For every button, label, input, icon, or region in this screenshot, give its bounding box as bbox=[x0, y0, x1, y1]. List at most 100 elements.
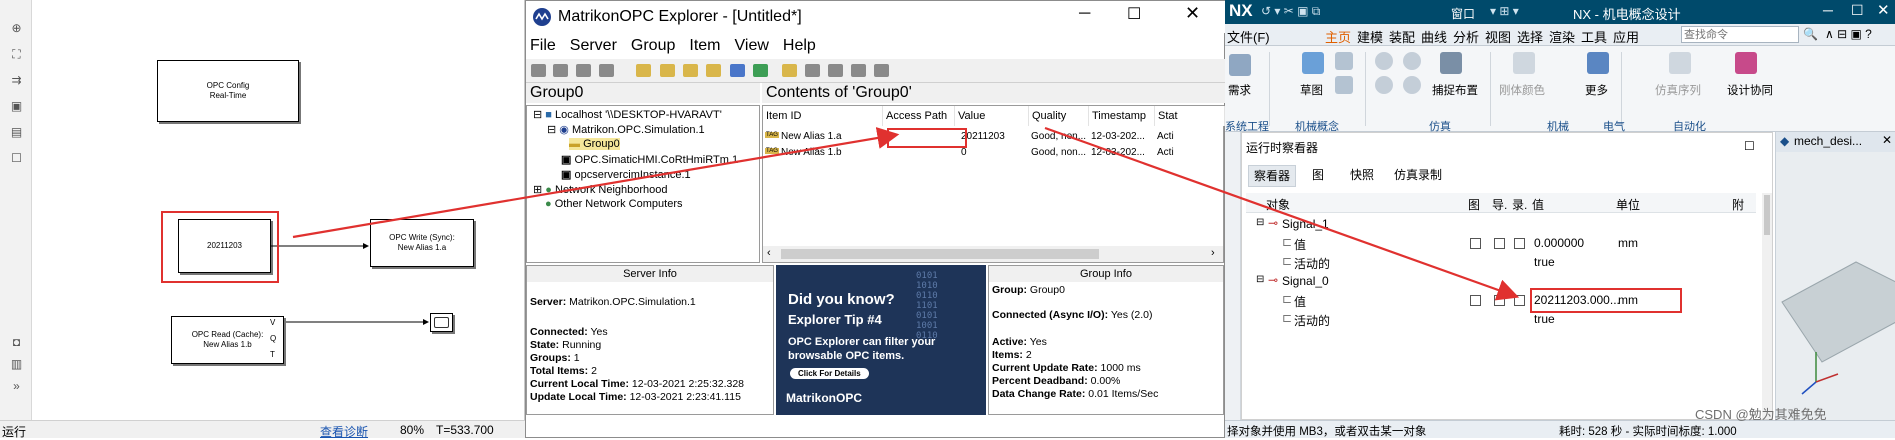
search-input[interactable] bbox=[1681, 26, 1799, 43]
resource-bar[interactable] bbox=[1225, 132, 1241, 420]
connect-icon[interactable] bbox=[531, 64, 546, 77]
col-value[interactable]: Value bbox=[955, 106, 1029, 126]
menu-item[interactable]: Item bbox=[689, 37, 720, 54]
collapse-icon[interactable]: ⊟ bbox=[1256, 274, 1264, 285]
read-icon[interactable] bbox=[851, 64, 866, 77]
horizontal-scrollbar[interactable]: ‹ › bbox=[763, 246, 1223, 262]
menu-group[interactable]: Group bbox=[631, 37, 675, 54]
rigid-body-icon[interactable] bbox=[1513, 52, 1535, 74]
search-icon[interactable]: 🔍 bbox=[1803, 27, 1818, 41]
maximize-button[interactable]: ☐ bbox=[1127, 4, 1141, 24]
col-quality[interactable]: Quality bbox=[1029, 106, 1089, 126]
remove-item-icon[interactable] bbox=[828, 64, 843, 77]
vertical-scrollbar[interactable] bbox=[1762, 193, 1772, 419]
record-checkbox[interactable] bbox=[1514, 238, 1525, 249]
minimize-button[interactable]: ─ bbox=[1823, 2, 1833, 18]
more-icon[interactable] bbox=[1587, 52, 1609, 74]
diagnostics-link[interactable]: 查看诊断 bbox=[320, 423, 368, 440]
tree-row[interactable]: ⊏ 值 0.000000 mm bbox=[1246, 234, 1756, 253]
graph-checkbox[interactable] bbox=[1470, 238, 1481, 249]
tab-graph[interactable]: 图 bbox=[1298, 165, 1338, 187]
col-export[interactable]: 导. bbox=[1492, 196, 1507, 213]
write-icon[interactable] bbox=[753, 64, 768, 77]
lock-icon[interactable] bbox=[706, 64, 721, 77]
menu-view[interactable]: View bbox=[735, 37, 769, 54]
col-access-path[interactable]: Access Path bbox=[883, 106, 955, 126]
menu-file[interactable]: 文件(F) bbox=[1227, 27, 1270, 46]
stop-icon[interactable] bbox=[1375, 76, 1393, 94]
ribbon-toggle-icon[interactable]: ∧ ⊟ ▣ ? bbox=[1825, 27, 1872, 41]
window-icons[interactable]: ▾ ⊞ ▾ bbox=[1490, 4, 1519, 18]
close-button[interactable]: ✕ bbox=[1185, 3, 1200, 24]
item-props-icon[interactable] bbox=[805, 64, 820, 77]
menu-assembly[interactable]: 装配 bbox=[1389, 27, 1415, 46]
col-graph[interactable]: 图 bbox=[1468, 196, 1480, 213]
delete-icon[interactable] bbox=[683, 64, 698, 77]
menu-home[interactable]: 主页 bbox=[1325, 27, 1352, 48]
col-value[interactable]: 值 bbox=[1532, 196, 1544, 213]
add-item-icon[interactable] bbox=[782, 64, 797, 77]
shape-icon[interactable] bbox=[1335, 76, 1353, 94]
window-menu[interactable]: 窗口 bbox=[1451, 5, 1475, 22]
disconnect-icon[interactable] bbox=[553, 64, 568, 77]
tree-node[interactable]: ⊞ ● Network Neighborhood bbox=[533, 183, 668, 196]
sequence-icon[interactable] bbox=[1669, 52, 1691, 74]
collapse-icon[interactable]: ⊟ bbox=[1256, 217, 1264, 228]
play-icon[interactable] bbox=[1375, 52, 1393, 70]
edit-icon[interactable] bbox=[730, 64, 745, 77]
maximize-button[interactable]: ☐ bbox=[1851, 2, 1864, 19]
quick-access-icons[interactable]: ↺ ▾ ✂ ▣ ⧉ bbox=[1261, 4, 1320, 19]
requirement-icon[interactable] bbox=[1229, 54, 1251, 76]
minimize-button[interactable]: ─ bbox=[1079, 5, 1090, 23]
graphics-window[interactable]: ◆ mech_desi... ✕ bbox=[1775, 132, 1895, 420]
refresh-icon[interactable] bbox=[599, 64, 614, 77]
tree-row[interactable]: ⊏ 活动的 true bbox=[1246, 253, 1756, 272]
snap-layout-icon[interactable] bbox=[1440, 52, 1462, 74]
tab-snapshot[interactable]: 快照 bbox=[1340, 165, 1384, 187]
scroll-right-icon[interactable]: › bbox=[1211, 247, 1215, 259]
click-for-details-button[interactable]: Click For Details bbox=[790, 368, 869, 379]
menu-apps[interactable]: 应用 bbox=[1613, 27, 1639, 46]
graph-checkbox[interactable] bbox=[1470, 295, 1481, 306]
tree-node[interactable]: ⊟ ◉ Matrikon.OPC.Simulation.1 bbox=[547, 123, 705, 136]
col-item-id[interactable]: Item ID bbox=[763, 106, 883, 126]
menu-render[interactable]: 渲染 bbox=[1549, 27, 1575, 46]
add-group-icon[interactable] bbox=[636, 64, 651, 77]
menu-analysis[interactable]: 分析 bbox=[1453, 27, 1479, 46]
col-unit[interactable]: 单位 bbox=[1616, 196, 1640, 213]
col-record[interactable]: 录. bbox=[1512, 196, 1527, 213]
tree-node[interactable]: ▣ opcservercimInstance.1 bbox=[561, 168, 691, 181]
group-props-icon[interactable] bbox=[660, 64, 675, 77]
tree-node[interactable]: ● Other Network Computers bbox=[545, 198, 682, 210]
tab-recording[interactable]: 仿真录制 bbox=[1386, 165, 1450, 187]
server-tree[interactable]: ⊟ ■ Localhost '\\DESKTOP-HVARAVT' ⊟ ◉ Ma… bbox=[526, 105, 760, 263]
close-button[interactable]: ✕ bbox=[1877, 1, 1890, 19]
tab-watcher[interactable]: 察看器 bbox=[1248, 165, 1296, 187]
tree-node-selected[interactable]: ▬ Group0 bbox=[569, 138, 620, 150]
items-list[interactable]: Item ID Access Path Value Quality Timest… bbox=[762, 105, 1225, 263]
pause-icon[interactable] bbox=[1403, 52, 1421, 70]
collaboration-icon[interactable] bbox=[1735, 52, 1757, 74]
col-extra[interactable]: 附 bbox=[1732, 196, 1744, 213]
tree-row[interactable]: ⊟ ⊸ Signal_1 bbox=[1246, 215, 1756, 234]
tree-node[interactable]: ⊟ ■ Localhost '\\DESKTOP-HVARAVT' bbox=[533, 108, 722, 121]
shape-icon[interactable] bbox=[1335, 52, 1353, 70]
col-status[interactable]: Stat bbox=[1155, 106, 1225, 126]
server-icon[interactable] bbox=[576, 64, 591, 77]
panel-close-icon[interactable]: ☐ bbox=[1744, 139, 1755, 153]
export-checkbox[interactable] bbox=[1494, 238, 1505, 249]
menu-select[interactable]: 选择 bbox=[1517, 27, 1543, 46]
write-item-icon[interactable] bbox=[874, 64, 889, 77]
sketch-icon[interactable] bbox=[1302, 52, 1324, 74]
scroll-thumb[interactable] bbox=[781, 249, 1099, 259]
menu-curve[interactable]: 曲线 bbox=[1421, 27, 1447, 46]
scroll-left-icon[interactable]: ‹ bbox=[767, 247, 771, 259]
menu-view[interactable]: 视图 bbox=[1485, 27, 1511, 46]
view-tab[interactable]: ◆ mech_desi... ✕ bbox=[1776, 132, 1895, 152]
export-checkbox[interactable] bbox=[1494, 295, 1505, 306]
menu-tools[interactable]: 工具 bbox=[1581, 27, 1607, 46]
close-icon[interactable]: ✕ bbox=[1882, 133, 1892, 147]
col-timestamp[interactable]: Timestamp bbox=[1089, 106, 1155, 126]
menu-help[interactable]: Help bbox=[783, 37, 816, 54]
menu-file[interactable]: File bbox=[530, 37, 556, 54]
